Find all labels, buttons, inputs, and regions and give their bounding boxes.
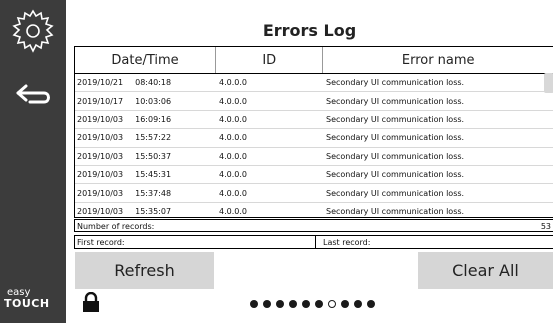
row-date: 2019/10/03 — [77, 114, 124, 124]
row-time: 08:40:18 — [135, 78, 172, 88]
divider — [315, 236, 316, 248]
row-error-name: Secondary UI communication loss. — [326, 188, 465, 198]
page-dot[interactable] — [354, 300, 362, 308]
row-time: 10:03:06 — [135, 96, 172, 106]
table-row[interactable]: 2019/10/03 15:37:48 4.0.0.0 Secondary UI co… — [75, 184, 553, 203]
records-count-bar: Number of records: 53 — [74, 219, 553, 232]
sidebar: easy TOUCH — [0, 0, 66, 323]
row-id: 4.0.0.0 — [219, 96, 247, 106]
row-datetime: 2019/10/03 15:57:22 — [75, 133, 216, 142]
last-record-label: Last record: — [323, 238, 371, 247]
column-header-datetime: Date/Time — [75, 47, 217, 73]
row-id: 4.0.0.0 — [219, 114, 247, 124]
row-date: 2019/10/03 — [77, 170, 124, 180]
row-datetime: 2019/10/03 15:35:07 — [75, 207, 216, 216]
row-error-name: Secondary UI communication loss. — [326, 206, 465, 216]
page-dot[interactable] — [341, 300, 349, 308]
row-date: 2019/10/17 — [77, 96, 124, 106]
row-datetime: 2019/10/17 10:03:06 — [75, 97, 216, 106]
row-error-name: Secondary UI communication loss. — [326, 114, 465, 124]
records-count-value: 53 — [540, 222, 551, 231]
table-row[interactable]: 2019/10/03 15:57:22 4.0.0.0 Secondary UI co… — [75, 129, 553, 148]
row-id: 4.0.0.0 — [219, 170, 247, 180]
logo-line2: TOUCH — [4, 297, 50, 310]
row-error-name: Secondary UI communication loss. — [326, 78, 465, 88]
first-record-label: First record: — [77, 238, 125, 247]
row-error-name: Secondary UI communication loss. — [326, 133, 465, 143]
row-id: 4.0.0.0 — [219, 188, 247, 198]
row-date: 2019/10/03 — [77, 188, 124, 198]
row-id: 4.0.0.0 — [219, 133, 247, 143]
row-date: 2019/10/03 — [77, 151, 124, 161]
page-dot[interactable] — [276, 300, 284, 308]
row-time: 15:37:48 — [135, 188, 172, 198]
row-time: 15:57:22 — [135, 133, 172, 143]
row-datetime: 2019/10/03 16:09:16 — [75, 115, 216, 124]
table-row[interactable]: 2019/10/03 15:50:37 4.0.0.0 Secondary UI co… — [75, 148, 553, 166]
row-time: 16:09:16 — [135, 114, 172, 124]
errors-table: Date/Time ID Error name 2019/10/21 08:40:… — [74, 46, 553, 218]
row-error-name: Secondary UI communication loss. — [326, 96, 465, 106]
row-date: 2019/10/21 — [77, 78, 124, 88]
page-dot[interactable] — [263, 300, 271, 308]
row-time: 15:35:07 — [135, 206, 172, 216]
row-id: 4.0.0.0 — [219, 78, 247, 88]
table-row[interactable]: 2019/10/03 15:35:07 4.0.0.0 Secondary UI co… — [75, 203, 553, 217]
easy-touch-logo: easy TOUCH — [4, 288, 64, 310]
row-time: 15:45:31 — [135, 170, 172, 180]
table-row[interactable]: 2019/10/03 15:45:31 4.0.0.0 Secondary UI co… — [75, 166, 553, 185]
row-datetime: 2019/10/03 15:37:48 — [75, 189, 216, 198]
lock-icon[interactable] — [82, 292, 100, 312]
gear-icon[interactable] — [10, 8, 56, 54]
row-date: 2019/10/03 — [77, 206, 124, 216]
page-dot[interactable] — [289, 300, 297, 308]
row-error-name: Secondary UI communication loss. — [326, 151, 465, 161]
table-body[interactable]: 2019/10/21 08:40:18 4.0.0.0 Secondary UI co… — [75, 74, 553, 217]
page-dot[interactable] — [367, 300, 375, 308]
table-row[interactable]: 2019/10/21 08:40:18 4.0.0.0 Secondary UI co… — [75, 74, 553, 93]
row-id: 4.0.0.0 — [219, 206, 247, 216]
page-indicator — [250, 300, 375, 308]
clear-all-button[interactable]: Clear All — [418, 252, 553, 289]
table-row[interactable]: 2019/10/03 16:09:16 4.0.0.0 Secondary UI co… — [75, 111, 553, 130]
records-count-label: Number of records: — [77, 222, 155, 231]
table-header: Date/Time ID Error name — [75, 47, 553, 74]
page-dot[interactable] — [302, 300, 310, 308]
back-arrow-icon[interactable] — [14, 80, 52, 108]
row-datetime: 2019/10/03 15:50:37 — [75, 152, 216, 161]
row-id: 4.0.0.0 — [219, 151, 247, 161]
page-title: Errors Log — [262, 21, 357, 40]
table-row[interactable]: 2019/10/17 10:03:06 4.0.0.0 Secondary UI co… — [75, 92, 553, 111]
row-date: 2019/10/03 — [77, 133, 124, 143]
page-dot[interactable] — [315, 300, 323, 308]
row-datetime: 2019/10/03 15:45:31 — [75, 170, 216, 179]
refresh-button[interactable]: Refresh — [75, 252, 214, 289]
column-header-error: Error name — [323, 47, 553, 73]
scrollbar-thumb[interactable] — [544, 73, 553, 93]
row-error-name: Secondary UI communication loss. — [326, 170, 465, 180]
row-time: 15:50:37 — [135, 151, 172, 161]
column-header-id: ID — [216, 47, 324, 73]
page-dot-active[interactable] — [328, 300, 336, 308]
row-datetime: 2019/10/21 08:40:18 — [75, 78, 216, 87]
page-dot[interactable] — [250, 300, 258, 308]
record-range-bar: First record: Last record: — [74, 235, 553, 249]
